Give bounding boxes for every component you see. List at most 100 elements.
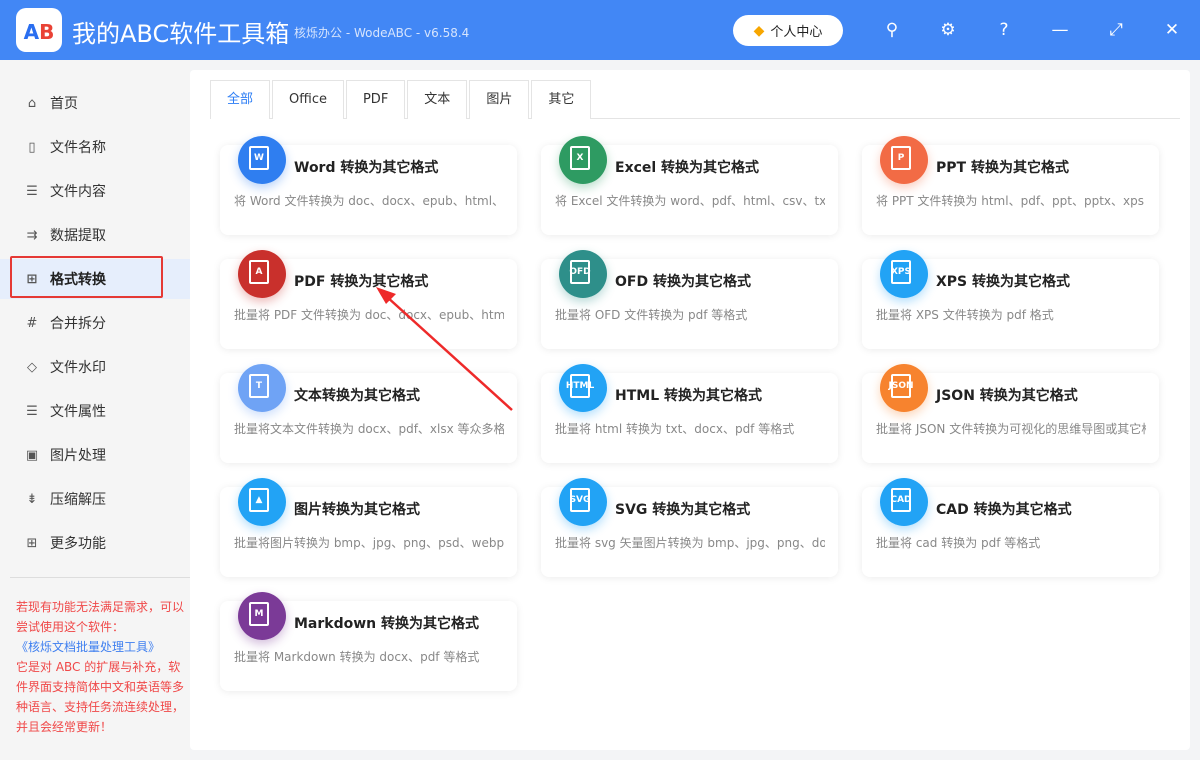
sidebar-item-label: 文件水印 <box>50 360 106 376</box>
format-icon: SVG <box>559 478 607 526</box>
format-badge: SVG <box>570 488 590 512</box>
merge-split-icon: # <box>26 315 38 331</box>
help-icon[interactable]: ? <box>992 18 1016 42</box>
convert-card[interactable]: P PPT 转换为其它格式 将 PPT 文件转换为 html、pdf、ppt、p… <box>862 136 1159 235</box>
maximize-icon[interactable]: ⤢ <box>1104 18 1128 42</box>
sidebar-item[interactable]: # 合并拆分 <box>0 303 190 343</box>
sidebar: ⊞ 更多功能 ⇟ 压缩解压 ▣ 图片处理 ☰ 文件属性 ◇ 文件水印 # 合并拆分 ⊞ 格式转换 ⇉ 数据提取… <box>0 60 190 760</box>
file-name-icon: ▯ <box>28 139 36 155</box>
convert-card[interactable]: XPS XPS 转换为其它格式 批量将 XPS 文件转换为 pdf 格式 <box>862 250 1159 349</box>
card-title: JSON 转换为其它格式 <box>936 388 1078 404</box>
card-description: 批量将 JSON 文件转换为可视化的思维导图或其它格式 <box>876 422 1146 436</box>
format-badge: JSON <box>889 374 914 398</box>
card-title: Excel 转换为其它格式 <box>615 160 760 176</box>
format-icon: JSON <box>880 364 928 412</box>
sidebar-item[interactable]: ⇟ 压缩解压 <box>0 479 190 519</box>
card-title: HTML 转换为其它格式 <box>615 388 762 404</box>
sidebar-item-label: 文件属性 <box>50 404 106 420</box>
sidebar-item[interactable]: ☰ 文件内容 <box>0 171 190 211</box>
tab[interactable]: 全部 <box>210 80 271 119</box>
tab[interactable]: 文本 <box>407 80 468 119</box>
card-title: PDF 转换为其它格式 <box>294 274 429 290</box>
title-bar: AB 我的ABC软件工具箱 核烁办公 - WodeABC - v6.58.4 ◆… <box>0 0 1200 60</box>
card-title: Word 转换为其它格式 <box>294 160 439 176</box>
card-description: 批量将 Markdown 转换为 docx、pdf 等格式 <box>234 650 480 664</box>
convert-card[interactable]: OFD OFD 转换为其它格式 批量将 OFD 文件转换为 pdf 等格式 <box>541 250 838 349</box>
sidebar-item[interactable]: ▯ 文件名称 <box>0 127 190 167</box>
more-icon: ⊞ <box>26 535 38 551</box>
format-icon: HTML <box>559 364 607 412</box>
user-center-button[interactable]: ◆ 个人中心 <box>733 15 843 46</box>
watermark-icon: ◇ <box>27 359 37 375</box>
card-description: 将 Word 文件转换为 doc、docx、epub、html、pdf <box>234 194 504 208</box>
tab[interactable]: Office <box>272 80 344 119</box>
convert-card[interactable]: HTML HTML 转换为其它格式 批量将 html 转换为 txt、docx、… <box>541 364 838 463</box>
sidebar-item-label: 文件名称 <box>50 140 106 156</box>
sidebar-item[interactable]: ▣ 图片处理 <box>0 435 190 475</box>
format-badge: HTML <box>566 374 594 398</box>
user-center-label: 个人中心 <box>770 25 823 40</box>
tab[interactable]: PDF <box>345 80 406 119</box>
app-logo: AB <box>16 8 62 52</box>
app-title: 我的ABC软件工具箱 <box>72 20 290 48</box>
sidebar-item-label: 文件内容 <box>50 184 106 200</box>
format-icon: T <box>238 364 286 412</box>
card-description: 批量将 html 转换为 txt、docx、pdf 等格式 <box>555 422 795 436</box>
card-title: CAD 转换为其它格式 <box>936 502 1072 518</box>
sidebar-item[interactable]: ⌂ 首页 <box>0 83 190 123</box>
convert-card[interactable]: A PDF 转换为其它格式 批量将 PDF 文件转换为 doc、docx、epu… <box>220 250 517 349</box>
promo-text-2: 它是对 ABC 的扩展与补充，软件界面支持简体中文和英语等多种语言、支持任务流连… <box>16 660 185 734</box>
format-icon: A <box>238 250 286 298</box>
format-badge: ▲ <box>249 488 269 512</box>
convert-card[interactable]: M Markdown 转换为其它格式 批量将 Markdown 转换为 docx… <box>220 592 517 691</box>
card-title: Markdown 转换为其它格式 <box>294 616 480 632</box>
convert-card[interactable]: CAD CAD 转换为其它格式 批量将 cad 转换为 pdf 等格式 <box>862 478 1159 577</box>
card-title: 图片转换为其它格式 <box>294 502 420 518</box>
card-description: 批量将 svg 矢量图片转换为 bmp、jpg、png、docx <box>555 536 825 550</box>
card-description: 将 Excel 文件转换为 word、pdf、html、csv、txt、s <box>555 194 825 208</box>
format-icon: XPS <box>880 250 928 298</box>
tab[interactable]: 其它 <box>531 80 592 119</box>
tab[interactable]: 图片 <box>469 80 530 119</box>
convert-card[interactable]: T 文本转换为其它格式 批量将文本文件转换为 docx、pdf、xlsx 等众多… <box>220 364 517 463</box>
sidebar-item-label: 数据提取 <box>50 228 106 244</box>
format-icon: X <box>559 136 607 184</box>
sidebar-item[interactable]: ⊞ 更多功能 <box>0 523 190 563</box>
convert-card[interactable]: ▲ 图片转换为其它格式 批量将图片转换为 bmp、jpg、png、psd、web… <box>220 478 517 577</box>
compress-icon: ⇟ <box>26 491 38 507</box>
format-badge: XPS <box>891 260 911 284</box>
highlight-box <box>10 256 163 298</box>
minimize-icon[interactable]: — <box>1048 18 1072 42</box>
diamond-icon: ◆ <box>753 22 765 39</box>
main-panel: 全部 Office PDF 文本 图片 其它 W Word 转换为其它格式 将 Word … <box>190 70 1190 750</box>
gear-icon[interactable]: ⚙ <box>936 18 960 42</box>
card-description: 批量将 XPS 文件转换为 pdf 格式 <box>876 308 1054 322</box>
format-icon: ▲ <box>238 478 286 526</box>
card-title: 文本转换为其它格式 <box>294 388 420 404</box>
sidebar-item[interactable]: ☰ 文件属性 <box>0 391 190 431</box>
data-extract-icon: ⇉ <box>26 227 38 243</box>
format-badge: X <box>570 146 590 170</box>
sidebar-item-label: 图片处理 <box>50 448 106 464</box>
sidebar-item[interactable]: ⇉ 数据提取 <box>0 215 190 255</box>
promo-link[interactable]: 《核烁文档批量处理工具》 <box>16 637 188 657</box>
convert-card[interactable]: W Word 转换为其它格式 将 Word 文件转换为 doc、docx、epu… <box>220 136 517 235</box>
close-icon[interactable]: ✕ <box>1160 18 1184 42</box>
format-badge: W <box>249 146 269 170</box>
card-title: XPS 转换为其它格式 <box>936 274 1071 290</box>
sidebar-item[interactable]: ◇ 文件水印 <box>0 347 190 387</box>
sidebar-item-label: 更多功能 <box>50 536 106 552</box>
convert-card[interactable]: X Excel 转换为其它格式 将 Excel 文件转换为 word、pdf、h… <box>541 136 838 235</box>
file-attr-icon: ☰ <box>26 403 38 419</box>
convert-card[interactable]: JSON JSON 转换为其它格式 批量将 JSON 文件转换为可视化的思维导图… <box>862 364 1159 463</box>
card-description: 批量将图片转换为 bmp、jpg、png、psd、webp、 <box>234 536 504 550</box>
sidebar-divider <box>10 577 190 578</box>
format-icon: P <box>880 136 928 184</box>
convert-card[interactable]: SVG SVG 转换为其它格式 批量将 svg 矢量图片转换为 bmp、jpg、… <box>541 478 838 577</box>
format-badge: M <box>249 602 269 626</box>
card-title: PPT 转换为其它格式 <box>936 160 1069 176</box>
sidebar-item-label: 首页 <box>50 96 78 112</box>
format-badge: P <box>891 146 911 170</box>
promo-text-1: 若现有功能无法满足需求，可以尝试使用这个软件： <box>16 600 185 634</box>
search-icon[interactable]: ⚲ <box>880 18 904 42</box>
